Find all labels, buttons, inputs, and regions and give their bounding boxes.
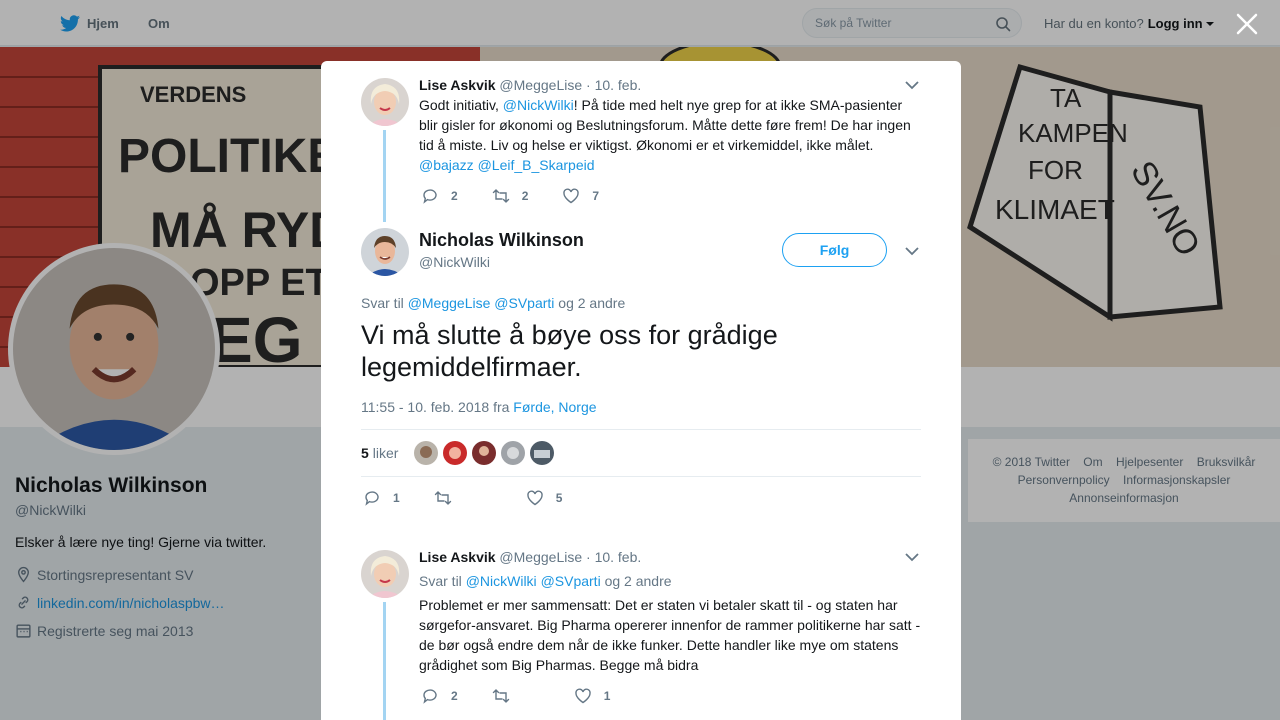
- reply-prefix: Svar til: [419, 573, 462, 589]
- mention-link[interactable]: @NickWilki: [466, 573, 537, 589]
- reply-count: 2: [451, 189, 458, 203]
- mention-link[interactable]: @MeggeLise: [408, 295, 491, 311]
- tweet-author-handle[interactable]: @MeggeLise: [499, 77, 582, 93]
- tweet-author-name[interactable]: Lise Askvik: [419, 549, 496, 565]
- heart-icon: [574, 688, 591, 704]
- reply-prefix: Svar til: [361, 295, 404, 311]
- tweet-actions: 2 1: [421, 687, 644, 705]
- tweet-text: Godt initiativ, @NickWilki! På tide med …: [419, 95, 919, 175]
- reply-context: Svar til @NickWilki @SVparti og 2 andre: [419, 573, 672, 589]
- mention-link[interactable]: @bajazz: [419, 157, 474, 173]
- liker-avatar[interactable]: [472, 441, 497, 465]
- tweet-author-name[interactable]: Nicholas Wilkinson: [419, 230, 584, 251]
- tweet-modal: Lise Askvik @MeggeLise · 10. feb. Godt i…: [321, 61, 961, 720]
- liker-avatar-image: [443, 441, 468, 465]
- tweet-actions: 2 2 7: [421, 187, 633, 205]
- tweet-location-link[interactable]: Førde, Norge: [513, 399, 596, 415]
- retweet-icon: [492, 189, 509, 203]
- like-count: 7: [592, 189, 600, 203]
- liker-avatar[interactable]: [414, 441, 439, 465]
- thread-line: [383, 602, 386, 720]
- reply-count: 2: [451, 689, 458, 703]
- tweet-meta: 11:55 - 10. feb. 2018 fra Førde, Norge: [361, 399, 597, 415]
- close-icon[interactable]: [1234, 11, 1260, 37]
- reply-suffix[interactable]: og 2 andre: [605, 573, 672, 589]
- liker-avatar-image: [414, 441, 439, 465]
- avatar-image: [361, 550, 409, 598]
- follow-button[interactable]: Følg: [782, 233, 887, 267]
- mention-link[interactable]: @Leif_B_Skarpeid: [478, 157, 595, 173]
- chevron-down-icon[interactable]: [905, 553, 919, 562]
- tweet-header: Lise Askvik @MeggeLise · 10. feb.: [419, 77, 641, 93]
- reply-button[interactable]: 2: [421, 687, 458, 705]
- thread-line: [383, 130, 386, 222]
- mention-link[interactable]: @SVparti: [494, 295, 554, 311]
- heart-icon: [563, 188, 580, 204]
- tweet-text: Problemet er mer sammensatt: Det er stat…: [419, 597, 921, 673]
- liker-avatar[interactable]: [501, 441, 526, 465]
- tweet-date[interactable]: · 10. feb.: [586, 549, 641, 565]
- reply-button[interactable]: 1: [363, 489, 400, 507]
- retweet-button[interactable]: 2: [492, 187, 529, 205]
- liker-avatar[interactable]: [443, 441, 468, 465]
- tweet-timestamp: 11:55 - 10. feb. 2018 fra: [361, 399, 510, 415]
- likes-label: liker: [372, 445, 399, 461]
- liker-avatar[interactable]: [530, 441, 555, 465]
- liker-avatar-image: [501, 441, 526, 465]
- reply-button[interactable]: 2: [421, 187, 458, 205]
- reply-count: 1: [393, 491, 400, 505]
- divider: [361, 476, 921, 477]
- tweet-date[interactable]: · 10. feb.: [586, 77, 641, 93]
- like-button[interactable]: 7: [562, 187, 599, 205]
- tweet-author-handle[interactable]: @NickWilki: [419, 254, 490, 270]
- reply-context: Svar til @MeggeLise @SVparti og 2 andre: [361, 295, 625, 311]
- retweet-button[interactable]: [492, 687, 522, 705]
- chevron-down-icon[interactable]: [905, 247, 919, 256]
- tweet-text-part: Godt initiativ,: [419, 97, 503, 113]
- tweet-actions: 1 5: [363, 489, 596, 507]
- retweet-icon: [492, 689, 509, 703]
- avatar[interactable]: [361, 228, 409, 276]
- mention-link[interactable]: @NickWilki: [503, 97, 574, 113]
- likers-avatars: [414, 441, 559, 465]
- avatar[interactable]: [361, 78, 409, 126]
- likes-count: 5: [361, 445, 369, 461]
- reply-icon: [365, 491, 379, 506]
- avatar-image: [361, 228, 409, 276]
- retweet-icon: [434, 491, 451, 505]
- reply-suffix[interactable]: og 2 andre: [558, 295, 625, 311]
- like-button[interactable]: 1: [574, 687, 611, 705]
- liker-avatar-image: [472, 441, 497, 465]
- avatar-image: [361, 78, 409, 126]
- heart-icon: [526, 490, 543, 506]
- reply-icon: [423, 189, 437, 204]
- mention-link[interactable]: @SVparti: [541, 573, 601, 589]
- likes-summary[interactable]: 5 liker: [361, 439, 559, 467]
- like-count: 5: [555, 491, 563, 505]
- avatar[interactable]: [361, 550, 409, 598]
- like-count: 1: [603, 689, 611, 703]
- liker-avatar-image: [530, 441, 555, 465]
- divider: [361, 429, 921, 430]
- like-button[interactable]: 5: [526, 489, 563, 507]
- tweet-author-handle[interactable]: @MeggeLise: [499, 549, 582, 565]
- retweet-button[interactable]: [434, 489, 464, 507]
- chevron-down-icon[interactable]: [905, 81, 919, 90]
- reply-icon: [423, 689, 437, 704]
- tweet-header: Lise Askvik @MeggeLise · 10. feb.: [419, 549, 641, 565]
- tweet-author-name[interactable]: Lise Askvik: [419, 77, 496, 93]
- tweet-text: Vi må slutte å bøye oss for grådige lege…: [361, 320, 778, 382]
- retweet-count: 2: [521, 189, 529, 203]
